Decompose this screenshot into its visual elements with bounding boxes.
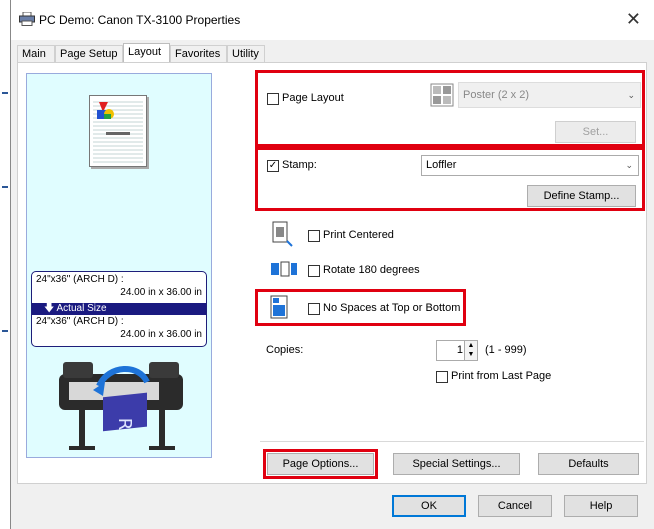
arrow-down-icon: 🡇 bbox=[44, 303, 55, 314]
chevron-down-icon: ⌄ bbox=[627, 90, 635, 100]
chevron-down-icon: ⌄ bbox=[625, 160, 633, 170]
page-options-button[interactable]: Page Options... bbox=[267, 453, 374, 475]
no-spaces-icon bbox=[269, 295, 291, 319]
page-preview-thumbnail bbox=[89, 95, 147, 167]
spinner-arrows-icon[interactable]: ▲ ▼ bbox=[464, 341, 477, 360]
poster-layout-icon bbox=[430, 83, 454, 107]
poster-grid-icon bbox=[93, 101, 143, 163]
stamp-checkbox[interactable]: ✓ bbox=[267, 160, 279, 172]
special-settings-button[interactable]: Special Settings... bbox=[393, 453, 520, 475]
page-layout-label: Page Layout bbox=[282, 92, 344, 104]
page-layout-select[interactable]: Poster (2 x 2) ⌄ bbox=[458, 82, 641, 108]
rotate-180-label: Rotate 180 degrees bbox=[323, 264, 420, 276]
copies-spinner[interactable]: 1 ▲ ▼ bbox=[436, 340, 478, 361]
help-button[interactable]: Help bbox=[564, 495, 638, 517]
tab-layout[interactable]: Layout bbox=[123, 43, 170, 62]
window-title: PC Demo: Canon TX-3100 Properties bbox=[39, 13, 241, 27]
layout-panel: 24"x36" (ARCH D) : 24.00 in x 36.00 in 🡇… bbox=[17, 62, 647, 484]
tab-main[interactable]: Main bbox=[17, 45, 55, 62]
no-spaces-checkbox[interactable] bbox=[308, 303, 320, 315]
edge-marker bbox=[2, 92, 8, 94]
printer-icon bbox=[19, 11, 35, 26]
output-size-label: 24"x36" (ARCH D) : bbox=[36, 316, 124, 327]
tab-favorites[interactable]: Favorites bbox=[170, 45, 227, 62]
actual-size-label: Actual Size bbox=[56, 303, 107, 314]
print-centered-icon bbox=[272, 221, 294, 247]
defaults-button[interactable]: Defaults bbox=[538, 453, 639, 475]
source-size-dims: 24.00 in x 36.00 in bbox=[120, 287, 202, 298]
define-stamp-button[interactable]: Define Stamp... bbox=[527, 185, 636, 207]
print-centered-label: Print Centered bbox=[323, 229, 394, 241]
copies-range: (1 - 999) bbox=[485, 344, 527, 356]
divider bbox=[260, 441, 644, 442]
actual-size-bar: 🡇 Actual Size bbox=[32, 303, 206, 315]
tab-page-setup[interactable]: Page Setup bbox=[55, 45, 123, 62]
page-layout-checkbox[interactable] bbox=[267, 93, 279, 105]
edge-marker bbox=[2, 186, 8, 188]
no-spaces-label: No Spaces at Top or Bottom bbox=[323, 302, 461, 314]
close-icon[interactable]: ✕ bbox=[626, 9, 641, 30]
print-from-last-page-label: Print from Last Page bbox=[451, 370, 552, 382]
stamp-value: Loffler bbox=[426, 159, 457, 171]
stamp-label: Stamp: bbox=[282, 159, 317, 171]
rotate-180-checkbox[interactable] bbox=[308, 265, 320, 277]
svg-text:R: R bbox=[114, 418, 135, 431]
title-bar: PC Demo: Canon TX-3100 Properties ✕ bbox=[11, 0, 654, 40]
preview-area: 24"x36" (ARCH D) : 24.00 in x 36.00 in 🡇… bbox=[26, 73, 212, 458]
page-layout-value: Poster (2 x 2) bbox=[463, 89, 530, 101]
stamp-select[interactable]: Loffler ⌄ bbox=[421, 155, 639, 176]
rotate-180-icon bbox=[270, 261, 298, 283]
printer-illustration: R bbox=[39, 352, 203, 456]
cancel-button[interactable]: Cancel bbox=[478, 495, 552, 517]
properties-dialog: PC Demo: Canon TX-3100 Properties ✕ Main… bbox=[10, 0, 654, 529]
copies-value: 1 bbox=[456, 344, 463, 356]
set-button[interactable]: Set... bbox=[555, 121, 636, 143]
edge-marker bbox=[2, 330, 8, 332]
paper-size-info: 24"x36" (ARCH D) : 24.00 in x 36.00 in 🡇… bbox=[31, 271, 207, 347]
source-size-label: 24"x36" (ARCH D) : bbox=[36, 274, 124, 285]
output-size-dims: 24.00 in x 36.00 in bbox=[120, 329, 202, 340]
print-centered-checkbox[interactable] bbox=[308, 230, 320, 242]
print-from-last-page-checkbox[interactable] bbox=[436, 371, 448, 383]
ok-button[interactable]: OK bbox=[392, 495, 466, 517]
copies-label: Copies: bbox=[266, 344, 304, 356]
tab-utility[interactable]: Utility bbox=[227, 45, 265, 62]
